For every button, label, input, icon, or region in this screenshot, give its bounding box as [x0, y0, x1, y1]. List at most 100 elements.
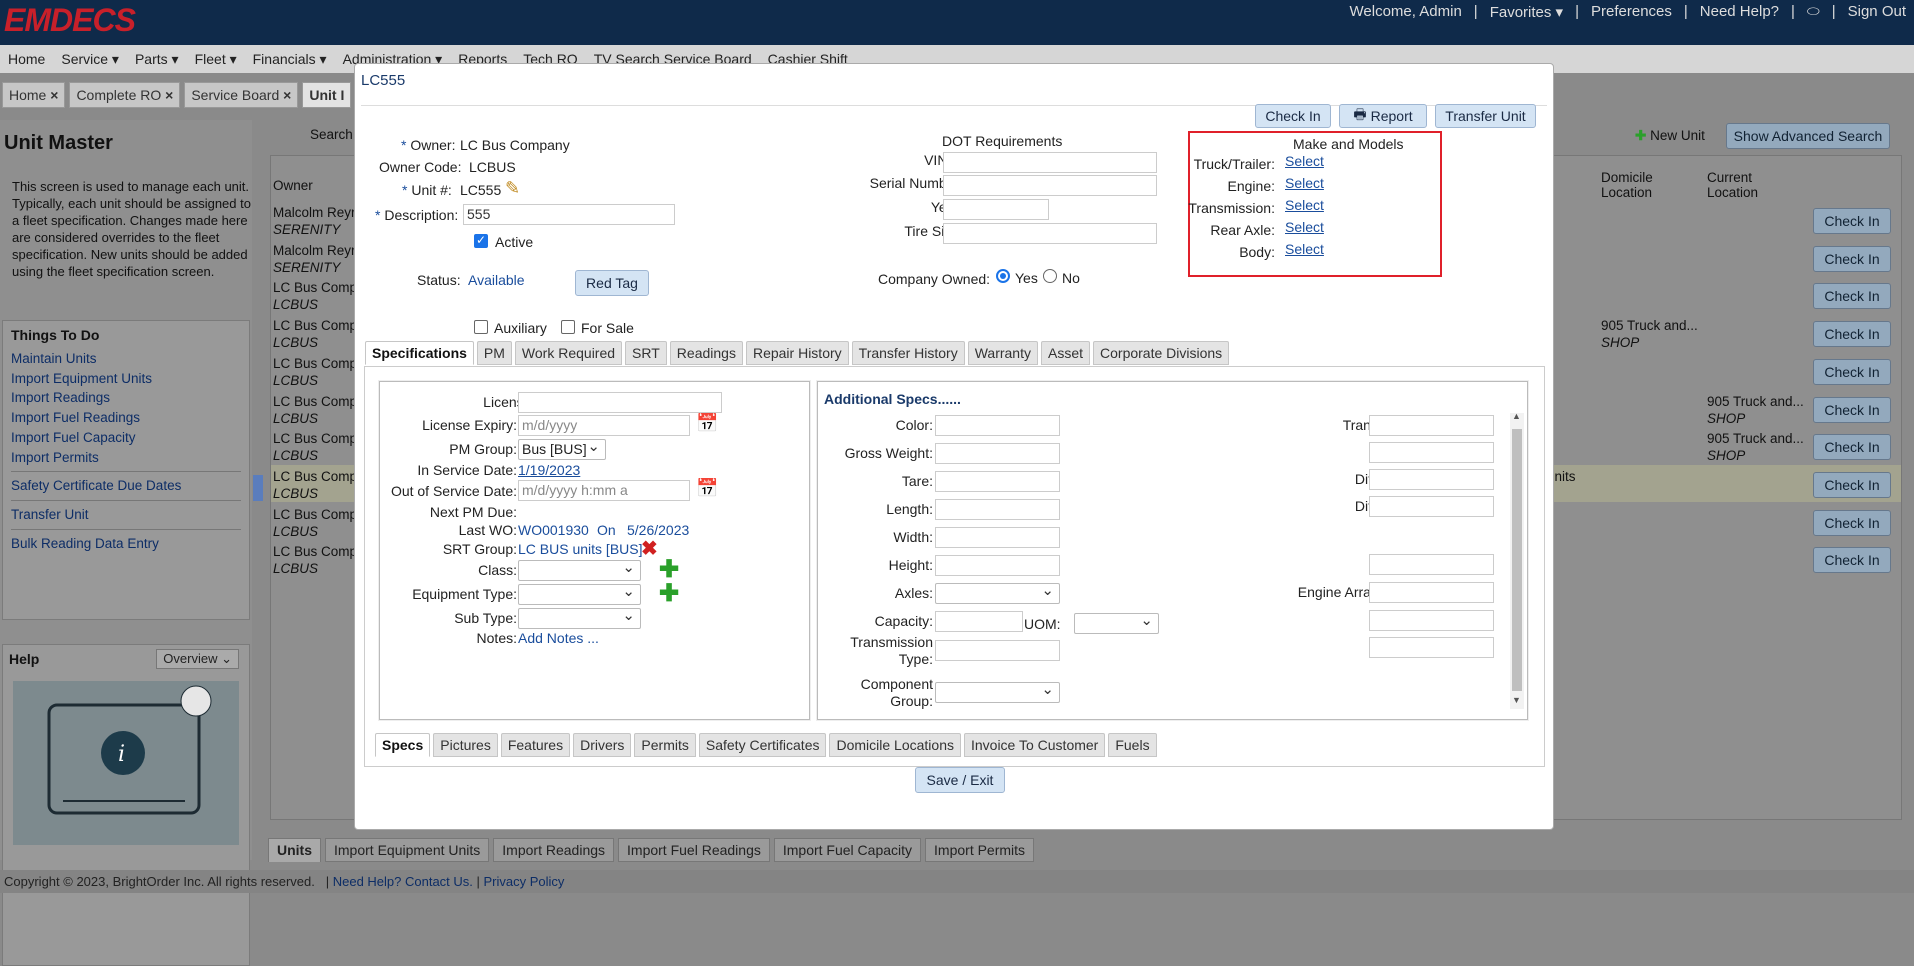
- edit-pencil-icon[interactable]: ✎: [505, 178, 520, 199]
- additional-spec-input[interactable]: [935, 555, 1060, 576]
- additional-spec-right-input[interactable]: [1369, 415, 1494, 436]
- additional-spec-right-input[interactable]: [1369, 610, 1494, 631]
- page-tab-home[interactable]: Home ×: [2, 82, 66, 108]
- contact-link[interactable]: Need Help? Contact Us.: [333, 874, 473, 889]
- srt-group-link[interactable]: LC BUS units [BUS]: [518, 541, 643, 557]
- additional-spec-right-input[interactable]: [1369, 496, 1494, 517]
- tab-work-required[interactable]: Work Required: [514, 341, 623, 365]
- make-model-select-link[interactable]: Select: [1285, 153, 1324, 169]
- row-check-in-button[interactable]: Check In: [1813, 547, 1891, 574]
- company-owned-no[interactable]: [1043, 269, 1057, 283]
- remove-srt-icon[interactable]: ✖: [641, 539, 658, 559]
- make-model-select-link[interactable]: Select: [1285, 175, 1324, 191]
- col-owner[interactable]: Owner: [273, 178, 313, 193]
- status-value[interactable]: Available: [468, 272, 525, 288]
- scrollbar[interactable]: ▲ ▼: [1510, 411, 1524, 709]
- row-check-in-button[interactable]: Check In: [1813, 283, 1891, 310]
- auxiliary-checkbox[interactable]: [474, 320, 488, 334]
- need-help-link[interactable]: Need Help?: [1700, 3, 1779, 21]
- preferences-link[interactable]: Preferences: [1591, 3, 1672, 21]
- red-tag-button[interactable]: Red Tag: [575, 270, 649, 296]
- calendar-icon[interactable]: 📅: [696, 413, 718, 434]
- make-model-select-link[interactable]: Select: [1285, 241, 1324, 257]
- equipment-type-select[interactable]: [518, 582, 641, 605]
- add-equipment-type-icon[interactable]: ✚: [659, 582, 679, 606]
- todo-safety-cert[interactable]: Safety Certificate Due Dates: [11, 476, 241, 496]
- todo-maintain-units[interactable]: Maintain Units: [11, 349, 241, 369]
- nav-parts[interactable]: Parts ▾: [135, 51, 179, 67]
- tab-readings[interactable]: Readings: [669, 341, 743, 365]
- nav-financials[interactable]: Financials ▾: [253, 51, 327, 67]
- todo-import-fuel-capacity[interactable]: Import Fuel Capacity: [11, 428, 241, 448]
- additional-spec-input[interactable]: [935, 443, 1060, 464]
- row-check-in-button[interactable]: Check In: [1813, 509, 1891, 536]
- tab-units[interactable]: Units: [268, 838, 321, 862]
- subtab-drivers[interactable]: Drivers: [573, 733, 632, 757]
- save-exit-button[interactable]: Save / Exit: [915, 767, 1005, 793]
- additional-spec-input[interactable]: [935, 527, 1060, 548]
- license-input[interactable]: [518, 392, 722, 413]
- col-domicile[interactable]: Domicile Location: [1601, 170, 1691, 200]
- tab-asset[interactable]: Asset: [1041, 341, 1091, 365]
- todo-transfer-unit[interactable]: Transfer Unit: [11, 505, 241, 525]
- page-tab-unit[interactable]: Unit I: [302, 82, 352, 108]
- tab-srt[interactable]: SRT: [625, 341, 667, 365]
- for-sale-checkbox[interactable]: [561, 320, 575, 334]
- page-tab-service-board[interactable]: Service Board ×: [184, 82, 299, 108]
- additional-spec-input[interactable]: [935, 415, 1060, 436]
- subtab-pictures[interactable]: Pictures: [433, 733, 498, 757]
- panel-collapse-handle[interactable]: [253, 475, 263, 501]
- todo-import-equipment[interactable]: Import Equipment Units: [11, 369, 241, 389]
- pm-group-select[interactable]: Bus [BUS]: [518, 437, 606, 460]
- help-select[interactable]: Overview ⌄: [156, 649, 239, 669]
- additional-spec-right-input[interactable]: [1369, 469, 1494, 490]
- transfer-unit-button[interactable]: Transfer Unit: [1435, 104, 1536, 128]
- row-check-in-button[interactable]: Check In: [1813, 245, 1891, 272]
- active-checkbox[interactable]: [474, 233, 488, 248]
- new-unit-button[interactable]: ✚ New Unit: [1635, 128, 1705, 144]
- check-in-button[interactable]: Check In: [1255, 104, 1331, 128]
- row-check-in-button[interactable]: Check In: [1813, 434, 1891, 461]
- todo-import-permits[interactable]: Import Permits: [11, 448, 241, 468]
- nav-home[interactable]: Home: [8, 51, 45, 67]
- sign-out-link[interactable]: Sign Out: [1848, 3, 1906, 21]
- additional-spec-input[interactable]: [935, 640, 1060, 661]
- company-owned-yes[interactable]: [996, 269, 1010, 283]
- row-check-in-button[interactable]: Check In: [1813, 471, 1891, 498]
- additional-spec-input[interactable]: [935, 680, 1060, 703]
- last-wo-link[interactable]: WO001930: [518, 522, 589, 538]
- additional-spec-right-input[interactable]: [1369, 637, 1494, 658]
- app-logo[interactable]: EMDECS: [4, 2, 136, 39]
- additional-spec-input[interactable]: [935, 471, 1060, 492]
- subtab-safety-certificates[interactable]: Safety Certificates: [698, 733, 827, 757]
- todo-import-fuel-readings[interactable]: Import Fuel Readings: [11, 408, 241, 428]
- tire-input[interactable]: [943, 223, 1157, 244]
- tab-transfer-history[interactable]: Transfer History: [851, 341, 965, 365]
- row-check-in-button[interactable]: Check In: [1813, 208, 1891, 234]
- add-class-icon[interactable]: ✚: [659, 558, 679, 582]
- sub-type-select[interactable]: [518, 606, 641, 629]
- nav-fleet[interactable]: Fleet ▾: [195, 51, 237, 67]
- additional-spec-right-input[interactable]: [1369, 442, 1494, 463]
- col-current[interactable]: Current Location: [1707, 170, 1787, 200]
- nav-service[interactable]: Service ▾: [61, 51, 119, 67]
- additional-spec-input[interactable]: [935, 499, 1060, 520]
- tab-import-fuel-readings[interactable]: Import Fuel Readings: [618, 838, 770, 862]
- subtab-permits[interactable]: Permits: [634, 733, 696, 757]
- make-model-select-link[interactable]: Select: [1285, 197, 1324, 213]
- license-expiry-input[interactable]: m/d/yyyy: [518, 415, 690, 436]
- description-input[interactable]: 555: [463, 204, 675, 225]
- todo-bulk-reading[interactable]: Bulk Reading Data Entry: [11, 534, 241, 554]
- row-check-in-button[interactable]: Check In: [1813, 321, 1891, 348]
- advanced-search-button[interactable]: Show Advanced Search: [1726, 123, 1890, 149]
- out-service-input[interactable]: m/d/yyyy h:mm a: [518, 480, 690, 501]
- subtab-invoice-to-customer[interactable]: Invoice To Customer: [963, 733, 1106, 757]
- uom-select[interactable]: [1074, 611, 1159, 634]
- additional-spec-right-input[interactable]: [1369, 582, 1494, 603]
- make-model-select-link[interactable]: Select: [1285, 219, 1324, 235]
- additional-spec-right-input[interactable]: [1369, 554, 1494, 575]
- tab-pm[interactable]: PM: [476, 341, 512, 365]
- tab-import-equipment[interactable]: Import Equipment Units: [325, 838, 490, 862]
- subtab-features[interactable]: Features: [500, 733, 571, 757]
- row-check-in-button[interactable]: Check In: [1813, 358, 1891, 385]
